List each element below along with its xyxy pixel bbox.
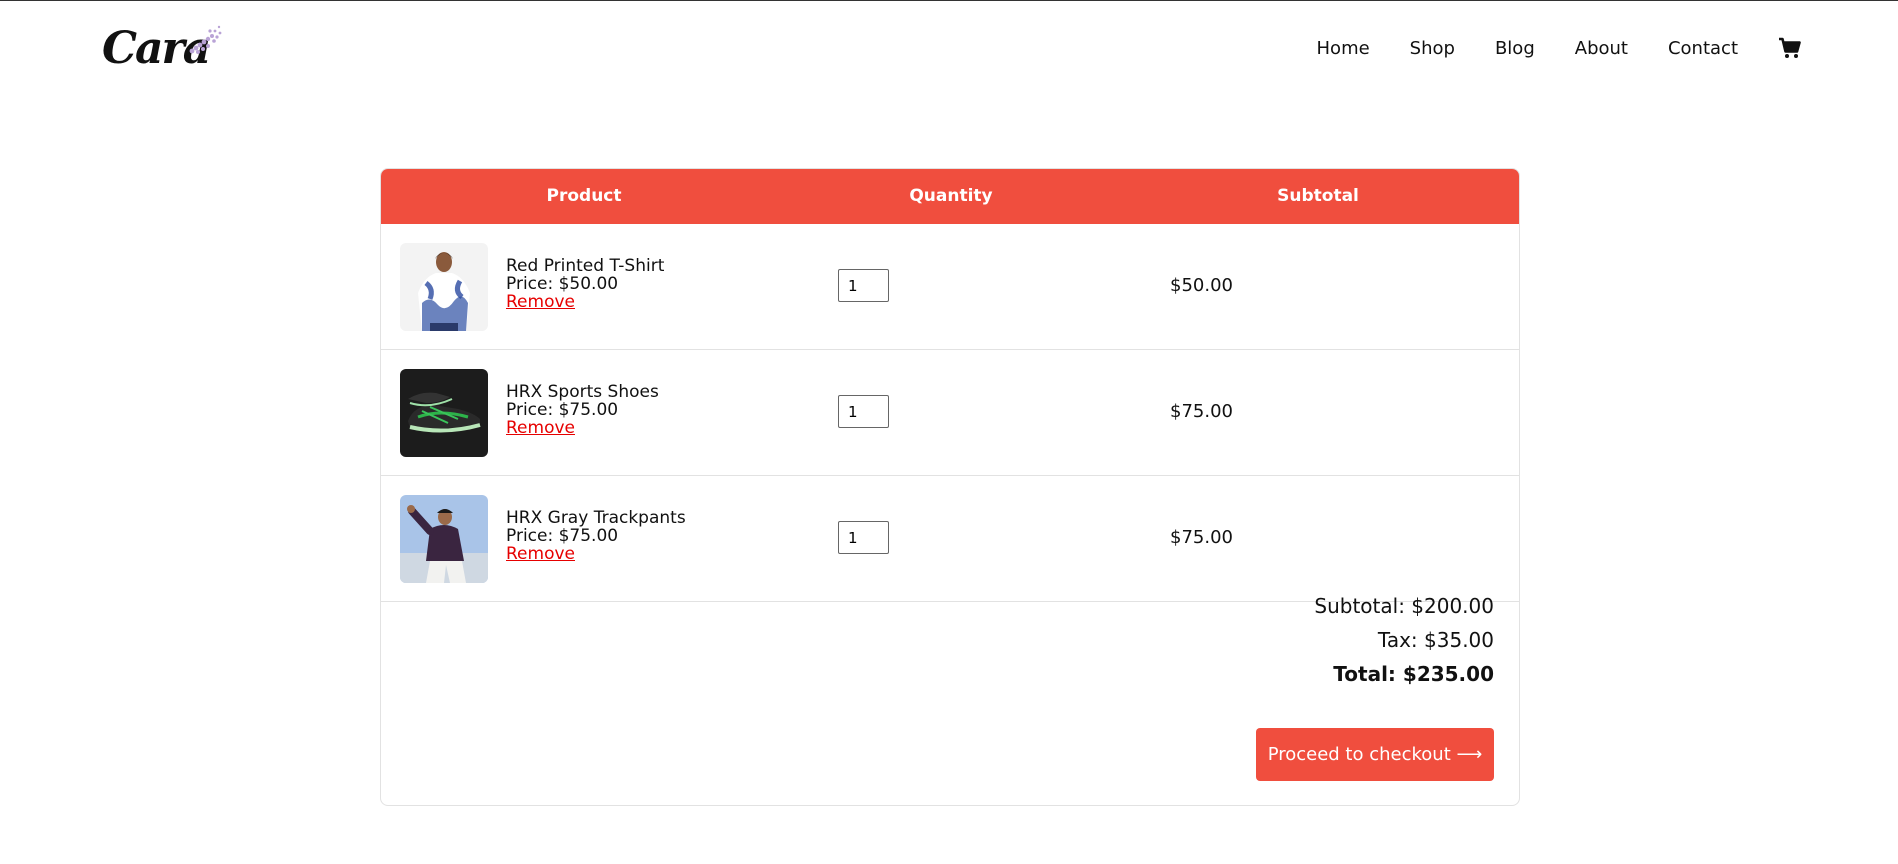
product-name: HRX Sports Shoes <box>506 382 659 402</box>
quantity-input[interactable] <box>838 269 889 302</box>
table-row: HRX Sports Shoes Price: $75.00 Remove $7… <box>381 350 1519 476</box>
product-name: HRX Gray Trackpants <box>506 508 686 528</box>
row-subtotal: $75.00 <box>1170 527 1233 548</box>
header-quantity: Quantity <box>909 186 993 206</box>
summary-total: Total: $235.00 <box>1333 662 1494 686</box>
row-subtotal: $75.00 <box>1170 401 1233 422</box>
row-subtotal: $50.00 <box>1170 275 1233 296</box>
site-header: Cara Home Shop Blog About Contact <box>0 1 1898 101</box>
main-nav: Home Shop Blog About Contact <box>1277 37 1802 59</box>
product-image-shirt[interactable] <box>400 243 488 331</box>
lavender-icon <box>189 25 222 54</box>
remove-link[interactable]: Remove <box>506 545 686 563</box>
remove-link[interactable]: Remove <box>506 419 659 437</box>
product-image-shoes[interactable] <box>400 369 488 457</box>
product-info: HRX Gray Trackpants Price: $75.00 Remove <box>506 509 686 563</box>
nav-about[interactable]: About <box>1575 38 1628 59</box>
product-price: Price: $75.00 <box>506 400 619 420</box>
header-product: Product <box>546 186 622 206</box>
cart-icon[interactable] <box>1778 37 1802 59</box>
quantity-input[interactable] <box>838 521 889 554</box>
summary-tax: Tax: $35.00 <box>1377 628 1494 652</box>
table-row: Red Printed T-Shirt Price: $50.00 Remove… <box>381 224 1519 350</box>
summary-subtotal: Subtotal: $200.00 <box>1314 594 1494 618</box>
product-price: Price: $75.00 <box>506 526 619 546</box>
cart-summary: Subtotal: $200.00 Tax: $35.00 Total: $23… <box>1314 589 1494 691</box>
quantity-input[interactable] <box>838 395 889 428</box>
product-price: Price: $50.00 <box>506 274 619 294</box>
header-subtotal: Subtotal <box>1277 186 1359 206</box>
nav-contact[interactable]: Contact <box>1668 38 1738 59</box>
table-row: HRX Gray Trackpants Price: $75.00 Remove… <box>381 476 1519 602</box>
nav-home[interactable]: Home <box>1317 38 1370 59</box>
product-name: Red Printed T-Shirt <box>506 256 665 276</box>
remove-link[interactable]: Remove <box>506 293 664 311</box>
nav-shop[interactable]: Shop <box>1410 38 1455 59</box>
table-header: Product Quantity Subtotal <box>381 169 1519 224</box>
nav-blog[interactable]: Blog <box>1495 38 1535 59</box>
product-info: HRX Sports Shoes Price: $75.00 Remove <box>506 383 659 437</box>
cart-table: Product Quantity Subtotal Red Printed T-… <box>380 168 1520 806</box>
product-info: Red Printed T-Shirt Price: $50.00 Remove <box>506 257 664 311</box>
cara-logo[interactable]: Cara <box>102 23 232 83</box>
product-image-trackpants[interactable] <box>400 495 488 583</box>
proceed-to-checkout-button[interactable]: Proceed to checkout ⟶ <box>1256 728 1494 781</box>
